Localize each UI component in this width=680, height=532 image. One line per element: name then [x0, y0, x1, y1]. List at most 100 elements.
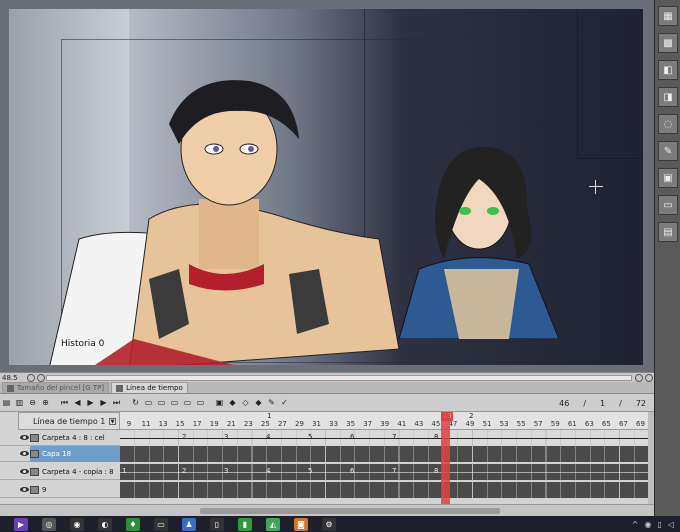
- tray-chevron-icon[interactable]: ^: [632, 520, 639, 529]
- last-frame-icon[interactable]: ⏭: [111, 397, 122, 408]
- delete-cel-icon[interactable]: ▭: [169, 397, 180, 408]
- specify-cel-icon[interactable]: ▭: [156, 397, 167, 408]
- cel-number[interactable]: 1: [122, 467, 126, 475]
- rotate-reset-icon[interactable]: [37, 373, 45, 382]
- loop-icon[interactable]: ↻: [130, 397, 141, 408]
- light-table-icon[interactable]: ▭: [195, 397, 206, 408]
- cube-2-icon[interactable]: ◨: [658, 87, 678, 107]
- cel-number[interactable]: 6: [350, 467, 354, 475]
- check-icon[interactable]: ✓: [279, 397, 290, 408]
- eye-icon[interactable]: [20, 486, 29, 493]
- scroll-thumb[interactable]: [200, 508, 500, 514]
- onion-skin-icon[interactable]: ▭: [182, 397, 193, 408]
- layer-name-cell[interactable]: Carpeta 4 : 8 : cel: [30, 430, 120, 446]
- speech-bubble-icon[interactable]: ◌: [658, 114, 678, 134]
- eye-icon[interactable]: [20, 434, 29, 441]
- canvas-area[interactable]: Historia 0: [0, 0, 654, 372]
- app-icon-7[interactable]: ♟: [182, 517, 196, 531]
- cel-number[interactable]: 3: [224, 433, 228, 441]
- sticker-icon[interactable]: ✎: [658, 141, 678, 161]
- timeline-layer-row[interactable]: Capa 18: [0, 446, 648, 462]
- play-icon[interactable]: ▶: [85, 397, 96, 408]
- timeline-vscroll[interactable]: [648, 412, 654, 516]
- tab-timeline[interactable]: Línea de tiempo: [111, 382, 188, 393]
- layer-new-icon[interactable]: ▦: [658, 6, 678, 26]
- frame-cells[interactable]: [120, 446, 648, 462]
- canvas-hscroll[interactable]: [46, 374, 632, 381]
- cel-number[interactable]: 4: [266, 467, 270, 475]
- timeline-toolbar: ▤ ▥ ⊖ ⊕ ⏮ ◀ ▶ ▶ ⏭ ↻ ▭ ▭ ▭ ▭ ▭ ▣ ◆ ◇ ◆ ✎ …: [0, 394, 654, 412]
- keyframe-icon[interactable]: ◆: [227, 397, 238, 408]
- cel-number[interactable]: 8: [434, 467, 438, 475]
- first-frame-icon[interactable]: ⏮: [59, 397, 70, 408]
- timeline-name-select[interactable]: Línea de tiempo 1 ▼: [18, 412, 120, 430]
- timeline-layer-row[interactable]: Carpeta 4 : 8 : cel 2 3 4 5 6 7 8: [0, 430, 648, 446]
- cel-number[interactable]: 6: [350, 433, 354, 441]
- app-icon-6[interactable]: ▭: [154, 517, 168, 531]
- zoom-in-icon[interactable]: ⊕: [40, 397, 51, 408]
- cel-number[interactable]: 5: [308, 433, 312, 441]
- app-icon-4[interactable]: ◐: [98, 517, 112, 531]
- group-icon[interactable]: ▣: [658, 168, 678, 188]
- app-icon-3[interactable]: ◉: [70, 517, 84, 531]
- flip-icon[interactable]: [645, 373, 653, 382]
- start-frame[interactable]: 1: [600, 399, 605, 408]
- prev-frame-icon[interactable]: ◀: [72, 397, 83, 408]
- cel-number[interactable]: 3: [224, 467, 228, 475]
- keyframe-add-icon[interactable]: ◆: [253, 397, 264, 408]
- app-icon-10[interactable]: ◭: [266, 517, 280, 531]
- next-frame-icon[interactable]: ▶: [98, 397, 109, 408]
- zoom-readout[interactable]: 48.5: [0, 374, 26, 382]
- camera-icon[interactable]: ▣: [214, 397, 225, 408]
- app-icon-8[interactable]: ▯: [210, 517, 224, 531]
- timeline-layer-row[interactable]: Carpeta 4 - copia : 8 1 2 3 4 5 6 7 8: [0, 464, 648, 480]
- cel-number[interactable]: 2: [182, 467, 186, 475]
- app-icon-1[interactable]: ▶: [14, 517, 28, 531]
- settings-gear-icon[interactable]: ⚙: [322, 517, 336, 531]
- playback-settings-icon[interactable]: ▤: [1, 397, 12, 408]
- playhead[interactable]: [441, 412, 450, 516]
- layer-name-cell[interactable]: 9: [30, 482, 120, 498]
- frame-cells[interactable]: 2 3 4 5 6 7 8: [120, 430, 648, 446]
- current-frame[interactable]: 46: [559, 399, 569, 408]
- pencil-icon[interactable]: ✎: [266, 397, 277, 408]
- zoom-out-icon[interactable]: ⊖: [27, 397, 38, 408]
- keyframe-mode-icon[interactable]: ◇: [240, 397, 251, 408]
- drawing-canvas[interactable]: Historia 0: [9, 9, 643, 365]
- cel-number[interactable]: 8: [434, 433, 438, 441]
- ruler-tick: 17: [192, 420, 202, 428]
- tray-app-icon[interactable]: ◉: [644, 520, 651, 529]
- new-timeline-icon[interactable]: ▥: [14, 397, 25, 408]
- layer-settings-icon[interactable]: ▤: [658, 222, 678, 242]
- app-icon-11[interactable]: ◙: [294, 517, 308, 531]
- app-icon-2[interactable]: ◎: [42, 517, 56, 531]
- total-frames[interactable]: 72: [636, 399, 646, 408]
- cel-number[interactable]: 4: [266, 433, 270, 441]
- network-icon[interactable]: ▯: [657, 520, 661, 529]
- folder-icon[interactable]: ▭: [658, 195, 678, 215]
- frame-cells[interactable]: [120, 482, 648, 498]
- cel-number[interactable]: 2: [182, 433, 186, 441]
- eye-icon[interactable]: [20, 450, 29, 457]
- tab-brush-size[interactable]: Tamaño del pincel [G TP]: [2, 382, 110, 393]
- volume-icon[interactable]: ◁: [668, 520, 674, 529]
- chevron-down-icon[interactable]: ▼: [109, 417, 116, 425]
- timeline-hscroll[interactable]: [0, 504, 654, 516]
- new-cel-icon[interactable]: ▭: [143, 397, 154, 408]
- cube-icon[interactable]: ◧: [658, 60, 678, 80]
- cel-number[interactable]: 7: [392, 433, 396, 441]
- fit-icon[interactable]: [635, 373, 643, 382]
- frame-cells[interactable]: 1 2 3 4 5 6 7 8: [120, 464, 648, 480]
- rotate-left-icon[interactable]: [27, 373, 35, 382]
- eye-icon[interactable]: [20, 468, 29, 475]
- frame-ruler[interactable]: 1 2 46 911131517192123252729313335373941…: [120, 412, 648, 430]
- checker-icon[interactable]: ▩: [658, 33, 678, 53]
- app-icon-5[interactable]: ♦: [126, 517, 140, 531]
- cel-number[interactable]: 5: [308, 467, 312, 475]
- timeline-layer-row[interactable]: 9: [0, 482, 648, 498]
- layer-name-cell[interactable]: Capa 18: [30, 446, 120, 462]
- cel-number[interactable]: 7: [392, 467, 396, 475]
- ruler-tick: 27: [277, 420, 287, 428]
- layer-name-cell[interactable]: Carpeta 4 - copia : 8: [30, 464, 120, 480]
- app-icon-9[interactable]: ▮: [238, 517, 252, 531]
